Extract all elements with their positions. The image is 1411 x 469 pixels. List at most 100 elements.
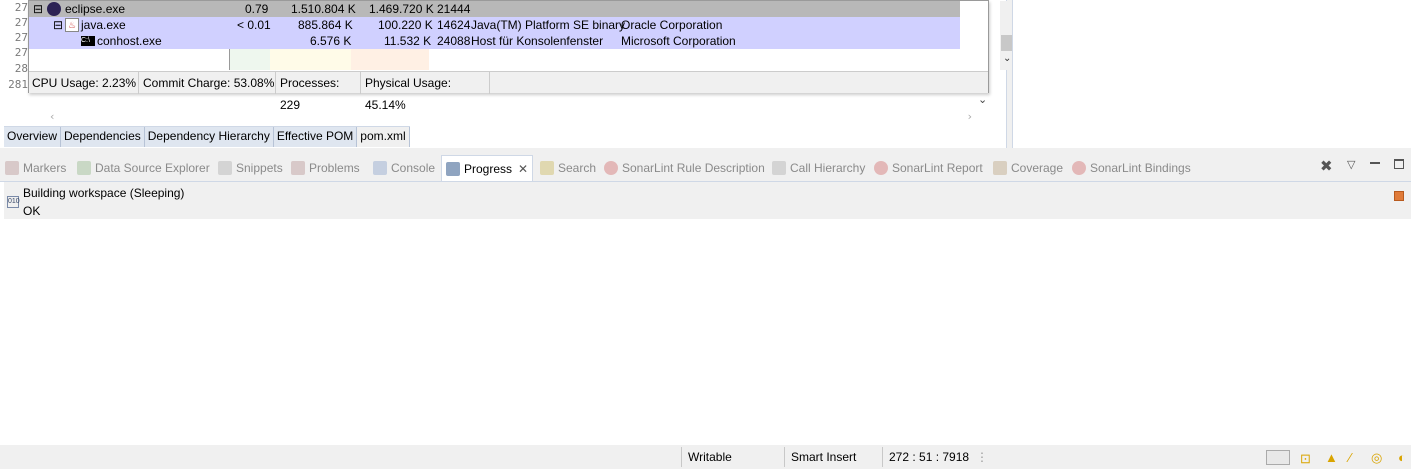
- pid: 14624: [437, 18, 471, 32]
- tab-label: Search: [558, 161, 597, 175]
- tab-sonarlint-report[interactable]: SonarLint Report: [874, 157, 983, 179]
- java-icon: ♨: [65, 18, 79, 32]
- tab-sonarlint-rule-description[interactable]: SonarLint Rule Description: [604, 157, 765, 179]
- tab-label: SonarLint Report: [892, 161, 983, 175]
- tab-snippets[interactable]: Snippets: [218, 157, 283, 179]
- tab-label: SonarLint Bindings: [1090, 161, 1191, 175]
- line-number: 281: [8, 78, 28, 91]
- tab-data-source-explorer[interactable]: Data Source Explorer: [77, 157, 210, 179]
- tab-label: Call Hierarchy: [790, 161, 866, 175]
- scroll-down-icon[interactable]: ⌄: [1003, 53, 1011, 64]
- tab-label: Problems: [309, 161, 360, 175]
- remove-all-finished-icon[interactable]: ✖: [1320, 157, 1333, 175]
- line-number: 27: [14, 16, 28, 29]
- commit-charge: Commit Charge: 53.08%: [140, 72, 276, 94]
- tab-pom-xml[interactable]: pom.xml: [357, 127, 410, 147]
- sonarlint-report-icon: [874, 161, 888, 175]
- scroll-right-icon[interactable]: ›: [968, 110, 972, 123]
- collapse-icon[interactable]: ⊟: [53, 17, 63, 33]
- book-icon[interactable]: ⊡: [1300, 449, 1311, 469]
- pom-editor-tabs: Overview Dependencies Dependency Hierarc…: [4, 126, 410, 147]
- magic-wand-icon[interactable]: ⁄: [1349, 448, 1351, 468]
- company: Microsoft Corporation: [621, 34, 736, 48]
- console-icon: [373, 161, 387, 175]
- close-icon[interactable]: ✕: [518, 162, 528, 176]
- process-row-conhost[interactable]: C:\ conhost.exe 6.576 K 11.532 K 24088 H…: [29, 33, 960, 49]
- tab-dependency-hierarchy[interactable]: Dependency Hierarchy: [144, 127, 274, 147]
- eclipse-icon: [47, 2, 61, 16]
- line-number: 27: [14, 31, 28, 44]
- view-menu-icon[interactable]: ▽: [1347, 158, 1355, 171]
- tab-label: SonarLint Rule Description: [622, 161, 765, 175]
- tab-label: Snippets: [236, 161, 283, 175]
- tab-progress[interactable]: Progress ✕: [441, 155, 534, 181]
- editor-area: 27 27 27 27 28 281 ⊟ eclipse.exe 0.79 1.…: [0, 0, 1017, 148]
- console-app-icon: C:\: [81, 36, 95, 46]
- line-number: 28: [14, 62, 28, 75]
- coverage-icon: [993, 161, 1007, 175]
- search-icon: [540, 161, 554, 175]
- markers-icon: [5, 161, 19, 175]
- cpu-usage: CPU Usage: 2.23%: [29, 72, 139, 94]
- line-number: 27: [14, 46, 28, 59]
- line-number-ruler: 27 27 27 27 28 281: [0, 0, 30, 92]
- tab-problems[interactable]: Problems: [291, 157, 360, 179]
- tab-search[interactable]: Search: [540, 157, 596, 179]
- working-set: 1.469.720 K: [369, 2, 434, 16]
- data-source-icon: [77, 161, 91, 175]
- tab-overview[interactable]: Overview: [4, 127, 62, 147]
- process-count: Processes: 229: [277, 72, 361, 112]
- tab-markers[interactable]: Markers: [5, 157, 66, 179]
- tab-label: Data Source Explorer: [95, 161, 210, 175]
- tab-dependencies[interactable]: Dependencies: [61, 127, 145, 147]
- tab-effective-pom[interactable]: Effective POM: [273, 127, 358, 147]
- progress-view: 010 Building workspace (Sleeping) OK: [0, 181, 1411, 445]
- tab-label: Console: [391, 161, 436, 175]
- process-explorer-window[interactable]: ⊟ eclipse.exe 0.79 1.510.804 K 1.469.720…: [28, 0, 1017, 112]
- cpu-value: < 0.01: [237, 18, 271, 32]
- process-name: eclipse.exe: [65, 2, 126, 16]
- description: Java(TM) Platform SE binary: [471, 18, 626, 32]
- tab-sonarlint-bindings[interactable]: SonarLint Bindings: [1072, 157, 1191, 179]
- company: Oracle Corporation: [621, 18, 723, 32]
- collapse-icon[interactable]: ⊟: [33, 1, 43, 17]
- tab-label: Markers: [23, 161, 67, 175]
- cpu-value: 0.79: [245, 2, 269, 16]
- maximize-icon[interactable]: [1394, 159, 1404, 169]
- problems-icon: [291, 161, 305, 175]
- progress-job-item[interactable]: 010 Building workspace (Sleeping) OK: [4, 182, 1411, 219]
- process-name: java.exe: [81, 18, 126, 32]
- ide-statusbar: Writable Smart Insert 272 : 51 : 7918 ⋮ …: [0, 447, 1411, 467]
- tab-call-hierarchy[interactable]: Call Hierarchy: [772, 157, 865, 179]
- scroll-left-icon[interactable]: ‹: [50, 110, 54, 123]
- process-name: conhost.exe: [97, 34, 162, 48]
- job-status: OK: [23, 204, 41, 218]
- process-row-java[interactable]: ⊟ ♨ java.exe < 0.01 885.864 K 100.220 K …: [29, 17, 960, 33]
- horizontal-scrollbar[interactable]: ‹ ›: [46, 110, 976, 124]
- tab-coverage[interactable]: Coverage: [993, 157, 1063, 179]
- writable-status: Writable: [681, 447, 783, 467]
- physical-usage: Physical Usage: 45.14%: [362, 72, 490, 112]
- snippets-icon: [218, 161, 232, 175]
- private-bytes: 1.510.804 K: [291, 2, 356, 16]
- right-panel: [1012, 0, 1411, 148]
- editor-scroll-down-icon[interactable]: ⌄: [978, 93, 987, 106]
- trim-stack-icon[interactable]: [1266, 450, 1290, 465]
- process-row-eclipse[interactable]: ⊟ eclipse.exe 0.79 1.510.804 K 1.469.720…: [29, 1, 960, 17]
- call-hierarchy-icon: [772, 161, 786, 175]
- graduation-cap-icon[interactable]: ▲: [1325, 448, 1338, 468]
- progress-icon: [446, 162, 460, 176]
- sos-icon[interactable]: ◎: [1371, 448, 1382, 468]
- stop-icon[interactable]: [1394, 191, 1404, 201]
- description: Host für Konsolenfenster: [471, 34, 604, 48]
- line-number: 27: [14, 1, 28, 14]
- insert-mode-status: Smart Insert: [784, 447, 881, 467]
- working-set: 11.532 K: [384, 34, 432, 48]
- process-explorer-statusbar: CPU Usage: 2.23% Commit Charge: 53.08% P…: [29, 71, 988, 112]
- lightbulb-icon[interactable]: ◐: [1398, 448, 1406, 468]
- tab-console[interactable]: Console: [373, 157, 435, 179]
- cursor-position: 272 : 51 : 7918: [882, 447, 974, 467]
- minimize-icon[interactable]: [1370, 162, 1380, 164]
- view-tabbar: Markers Data Source Explorer Snippets Pr…: [0, 153, 1411, 181]
- status-separator-icon: ⋮: [976, 450, 988, 464]
